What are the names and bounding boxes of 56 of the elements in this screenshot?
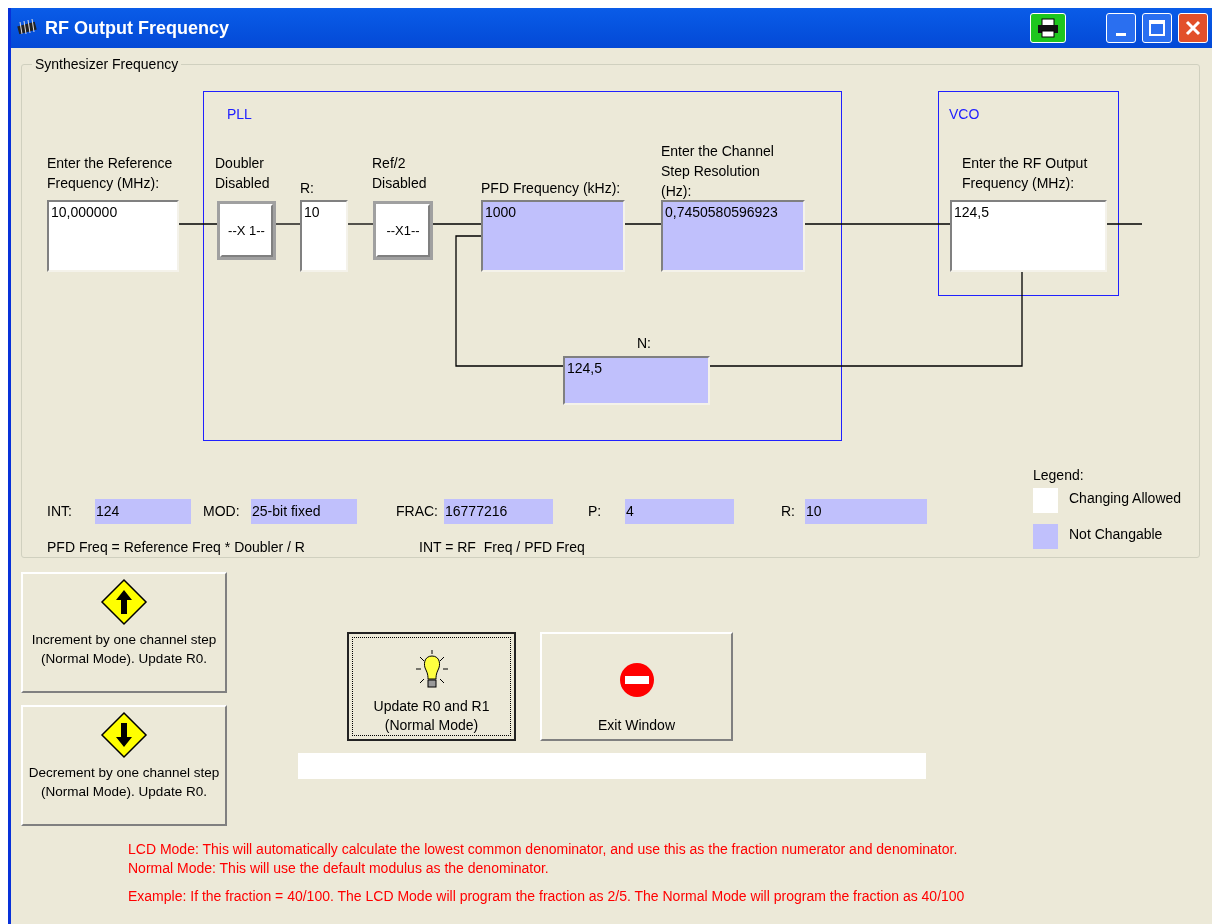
formula-text: INT = RF Freq / PFD Freq xyxy=(419,538,585,557)
block-label: VCO xyxy=(949,105,980,124)
connector-line xyxy=(624,223,662,225)
multiplier-button[interactable]: --X 1-- xyxy=(220,204,273,257)
multiplier-button[interactable]: --X1-- xyxy=(376,204,430,257)
update-button[interactable]: Update R0 and R1 (Normal Mode) xyxy=(347,632,516,741)
legend-title: Legend: xyxy=(1033,466,1085,485)
close-button[interactable] xyxy=(1178,13,1208,43)
summary-value: 10 xyxy=(805,498,927,524)
field-label: R: xyxy=(300,179,315,198)
maximize-button[interactable] xyxy=(1142,13,1172,43)
formula-text: PFD Freq = Reference Freq * Doubler / R xyxy=(47,538,306,557)
value-field[interactable]: 0,7450580596923 xyxy=(661,200,805,272)
summary-value: 25-bit fixed xyxy=(251,498,357,524)
value-field[interactable]: 10 xyxy=(300,200,348,272)
note-text: LCD Mode: This will automatically calculate the lowest common denominator, and use this as the fraction numerator and denominator. xyxy=(128,840,959,859)
field-label: Enter the Channel Step Resolution (Hz): xyxy=(661,142,775,201)
connector-line xyxy=(178,223,218,225)
summary-value: 4 xyxy=(625,498,734,524)
field-label: Ref/2 Disabled xyxy=(372,154,428,193)
summary-label: MOD: xyxy=(203,501,241,521)
note-text: Normal Mode: This will use the default modulus as the denominator. xyxy=(128,859,550,878)
summary-value: 124 xyxy=(95,498,191,524)
summary-label: FRAC: xyxy=(396,501,439,521)
legend-label: Changing Allowed xyxy=(1069,489,1182,508)
close-icon xyxy=(1185,20,1201,36)
print-button[interactable] xyxy=(1030,13,1066,43)
summary-value: 16777216 xyxy=(444,498,553,524)
minimize-button[interactable] xyxy=(1106,13,1136,43)
connector-line xyxy=(347,223,374,225)
field-label: PFD Frequency (kHz): xyxy=(481,179,622,198)
summary-label: P: xyxy=(588,501,603,521)
exit-button[interactable]: Exit Window xyxy=(540,632,733,741)
block-label: PLL xyxy=(227,105,252,124)
connector-line xyxy=(275,223,301,225)
field-label: Doubler Disabled xyxy=(215,154,271,193)
summary-label: INT: xyxy=(47,501,73,521)
value-field[interactable]: 124,5 xyxy=(950,200,1107,272)
no-entry-icon xyxy=(618,662,655,698)
connector-line xyxy=(432,223,482,225)
decrement-button[interactable]: Decrement by one channel step (Normal Mode). Update R0. xyxy=(21,705,227,826)
legend-label: Not Changable xyxy=(1069,525,1163,544)
field-label: Enter the Reference Frequency (MHz): xyxy=(47,154,174,193)
value-field[interactable]: 10,000000 xyxy=(47,200,179,272)
field-label: Enter the RF Output Frequency (MHz): xyxy=(962,154,1089,193)
summary-label: R: xyxy=(781,501,796,521)
window-title: RF Output Frequency xyxy=(45,16,229,40)
minimize-icon xyxy=(1116,32,1126,36)
field-label: N: xyxy=(637,334,652,353)
connector-line xyxy=(1106,223,1143,225)
note-text: Example: If the fraction = 40/100. The LCD Mode will program the fraction as 2/5. The Normal Mode will program the fraction as 40/100 xyxy=(128,887,966,906)
increment-button[interactable]: Increment by one channel step (Normal Mode). Update R0. xyxy=(21,572,227,693)
value-field[interactable]: 1000 xyxy=(481,200,625,272)
printer-icon xyxy=(1036,18,1060,38)
maximize-icon xyxy=(1149,20,1165,36)
value-field[interactable]: 124,5 xyxy=(563,356,710,405)
